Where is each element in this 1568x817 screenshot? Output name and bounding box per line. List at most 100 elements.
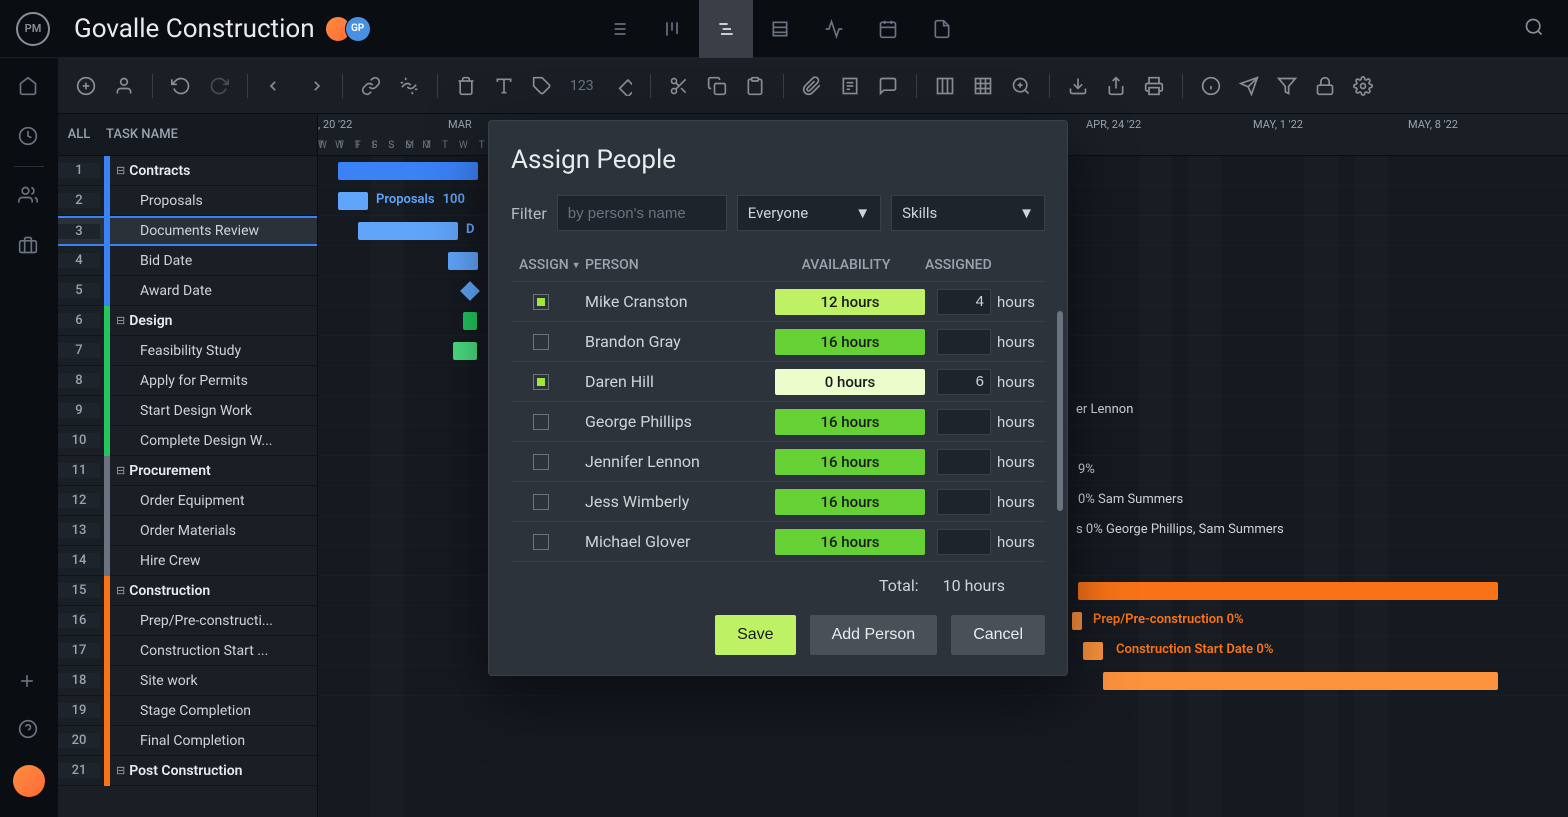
lock-icon[interactable] (1315, 76, 1335, 96)
search-icon[interactable] (1516, 9, 1552, 49)
collapse-icon[interactable]: ⊟ (116, 164, 125, 177)
briefcase-icon[interactable] (18, 235, 40, 257)
task-row[interactable]: 10Complete Design W... (58, 426, 317, 456)
add-task-icon[interactable] (76, 76, 96, 96)
bar-feasibility[interactable] (453, 342, 477, 360)
view-gantt-icon[interactable] (699, 0, 753, 58)
view-calendar-icon[interactable] (861, 0, 915, 58)
diamond-icon[interactable] (612, 76, 632, 96)
filter-everyone-select[interactable]: Everyone ▼ (737, 195, 881, 231)
hours-input[interactable] (937, 409, 991, 435)
assign-checkbox[interactable] (533, 294, 549, 310)
send-icon[interactable] (1239, 76, 1259, 96)
filter-skills-select[interactable]: Skills ▼ (891, 195, 1045, 231)
task-row[interactable]: 1⊟Contracts (58, 156, 317, 186)
bar-const-start[interactable] (1083, 642, 1103, 660)
export-icon[interactable] (1068, 76, 1088, 96)
hours-input[interactable] (937, 329, 991, 355)
assign-checkbox[interactable] (533, 334, 549, 350)
tag-icon[interactable] (532, 76, 552, 96)
undo-icon[interactable] (171, 76, 191, 96)
delete-icon[interactable] (456, 76, 476, 96)
bar-sitework[interactable] (1103, 672, 1498, 690)
collapse-icon[interactable]: ⊟ (116, 314, 125, 327)
bar-prep[interactable] (1072, 612, 1082, 630)
filter-name-input[interactable] (557, 195, 727, 231)
bar-design[interactable] (463, 312, 477, 330)
bar-contracts[interactable] (338, 162, 478, 180)
scrollbar[interactable] (1057, 311, 1063, 511)
task-row[interactable]: 13Order Materials (58, 516, 317, 546)
task-row[interactable]: 7Feasibility Study (58, 336, 317, 366)
task-row[interactable]: 19Stage Completion (58, 696, 317, 726)
task-row[interactable]: 12Order Equipment (58, 486, 317, 516)
task-row[interactable]: 20Final Completion (58, 726, 317, 756)
task-row[interactable]: 9Start Design Work (58, 396, 317, 426)
outdent-icon[interactable] (266, 76, 286, 96)
bar-bid-date[interactable] (448, 252, 478, 270)
copy-icon[interactable] (707, 76, 727, 96)
assign-checkbox[interactable] (533, 454, 549, 470)
text-format-icon[interactable] (494, 76, 514, 96)
col-assign[interactable]: ASSIGN▼ (511, 257, 585, 273)
collapse-icon[interactable]: ⊟ (116, 584, 125, 597)
home-icon[interactable] (18, 76, 40, 98)
task-row[interactable]: 15⊟Construction (58, 576, 317, 606)
bar-proposals[interactable]: Proposals100 (338, 192, 368, 210)
col-person[interactable]: PERSON (585, 257, 767, 273)
member-avatars[interactable]: GP (331, 16, 371, 42)
indent-icon[interactable] (304, 76, 324, 96)
view-sheet-icon[interactable] (753, 0, 807, 58)
col-task-name[interactable]: TASK NAME (100, 127, 317, 142)
assign-checkbox[interactable] (533, 374, 549, 390)
help-icon[interactable] (18, 719, 40, 741)
print-icon[interactable] (1144, 76, 1164, 96)
assign-checkbox[interactable] (533, 414, 549, 430)
view-file-icon[interactable] (915, 0, 969, 58)
paste-icon[interactable] (745, 76, 765, 96)
grid-icon[interactable] (973, 76, 993, 96)
filter-icon[interactable] (1277, 76, 1297, 96)
hours-input[interactable] (937, 449, 991, 475)
col-availability[interactable]: AVAILABILITY (767, 257, 925, 273)
task-row[interactable]: 21⊟Post Construction (58, 756, 317, 786)
task-row[interactable]: 3Documents Review (58, 216, 317, 246)
current-user-avatar[interactable] (13, 765, 45, 797)
link-icon[interactable] (361, 76, 381, 96)
assign-checkbox[interactable] (533, 534, 549, 550)
settings-icon[interactable] (1353, 76, 1373, 96)
zoom-icon[interactable] (1011, 76, 1031, 96)
app-logo[interactable]: PM (16, 12, 50, 46)
task-row[interactable]: 4Bid Date (58, 246, 317, 276)
bar-documents-review[interactable]: D (358, 222, 458, 240)
view-board-icon[interactable] (645, 0, 699, 58)
comment-icon[interactable] (878, 76, 898, 96)
add-icon[interactable] (17, 671, 41, 695)
save-button[interactable]: Save (715, 615, 795, 655)
task-row[interactable]: 14Hire Crew (58, 546, 317, 576)
milestone-award[interactable] (460, 281, 480, 301)
add-person-button[interactable]: Add Person (810, 615, 938, 655)
assign-checkbox[interactable] (533, 494, 549, 510)
collapse-icon[interactable]: ⊟ (116, 764, 125, 777)
redo-icon[interactable] (209, 76, 229, 96)
view-list-icon[interactable] (591, 0, 645, 58)
attach-icon[interactable] (802, 76, 822, 96)
cancel-button[interactable]: Cancel (951, 615, 1045, 655)
task-row[interactable]: 5Award Date (58, 276, 317, 306)
bar-construction[interactable] (1078, 582, 1498, 600)
people-icon[interactable] (18, 185, 40, 207)
task-row[interactable]: 6⊟Design (58, 306, 317, 336)
clock-icon[interactable] (18, 126, 40, 148)
collapse-icon[interactable]: ⊟ (116, 464, 125, 477)
task-row[interactable]: 8Apply for Permits (58, 366, 317, 396)
cut-icon[interactable] (669, 76, 689, 96)
share-icon[interactable] (1106, 76, 1126, 96)
assign-icon[interactable] (114, 76, 134, 96)
columns-icon[interactable] (935, 76, 955, 96)
hours-input[interactable] (937, 369, 991, 395)
hours-input[interactable] (937, 289, 991, 315)
task-row[interactable]: 18Site work (58, 666, 317, 696)
hours-input[interactable] (937, 529, 991, 555)
note-icon[interactable] (840, 76, 860, 96)
